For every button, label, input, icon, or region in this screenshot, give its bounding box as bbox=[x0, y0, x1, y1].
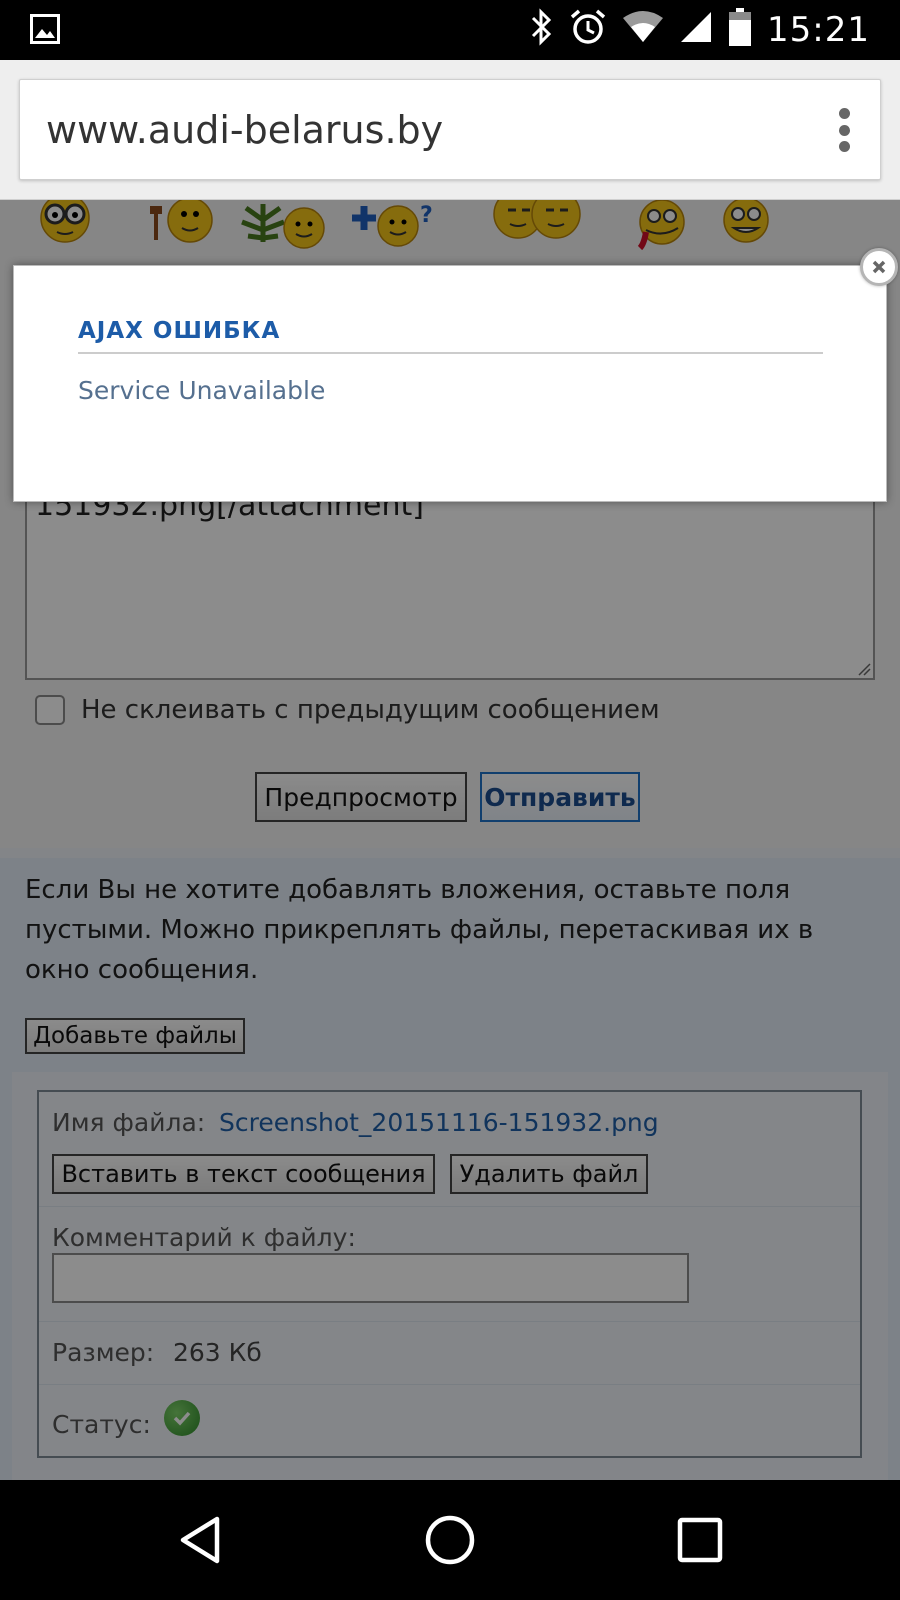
home-icon[interactable] bbox=[418, 1508, 482, 1572]
close-icon[interactable] bbox=[860, 248, 898, 286]
alarm-icon bbox=[569, 8, 607, 51]
image-notification-icon bbox=[30, 14, 60, 49]
status-bar: 15:21 bbox=[0, 0, 900, 60]
dialog-message: Service Unavailable bbox=[78, 376, 326, 405]
system-nav-bar bbox=[0, 1480, 900, 1600]
url-bar[interactable]: www.audi-belarus.by bbox=[19, 79, 881, 180]
url-text[interactable]: www.audi-belarus.by bbox=[46, 108, 443, 152]
clock: 15:21 bbox=[767, 9, 870, 50]
recents-icon[interactable] bbox=[668, 1508, 732, 1572]
wifi-icon bbox=[623, 10, 664, 49]
cellular-signal-icon bbox=[679, 10, 713, 49]
browser-toolbar: www.audi-belarus.by bbox=[0, 60, 900, 200]
back-icon[interactable] bbox=[170, 1508, 234, 1572]
ajax-error-dialog: AJAX ОШИБКА Service Unavailable bbox=[13, 265, 887, 502]
dialog-divider bbox=[78, 352, 823, 354]
battery-icon bbox=[729, 8, 752, 51]
bluetooth-icon bbox=[529, 8, 553, 51]
overflow-menu-icon[interactable] bbox=[836, 108, 852, 152]
dialog-title: AJAX ОШИБКА bbox=[78, 318, 281, 344]
